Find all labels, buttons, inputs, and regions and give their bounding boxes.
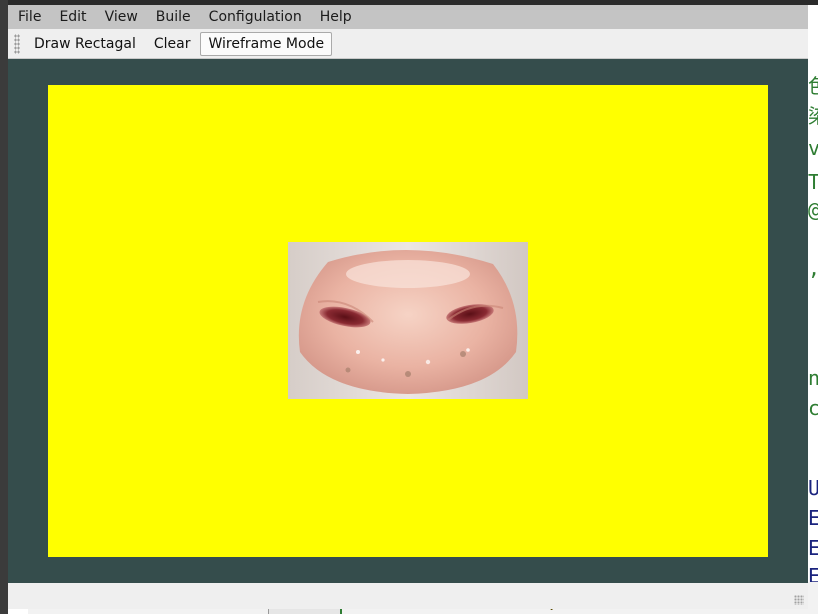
clear-button[interactable]: Clear	[146, 32, 199, 56]
toolbar-grip-handle[interactable]	[14, 33, 20, 54]
menu-configuration[interactable]: Configulation	[199, 5, 310, 29]
menu-build[interactable]: Buile	[146, 5, 199, 29]
menu-help[interactable]: Help	[310, 5, 360, 29]
pig-snout-texture-image	[288, 242, 528, 399]
background-code-fragment: @	[808, 198, 818, 222]
menu-view[interactable]: View	[95, 5, 146, 29]
app-window: File Edit View Buile Configulation Help …	[8, 5, 808, 609]
background-code-fragment: v	[808, 136, 818, 160]
wireframe-mode-button[interactable]: Wireframe Mode	[200, 31, 333, 56]
menu-file[interactable]: File	[8, 5, 49, 29]
menu-edit[interactable]: Edit	[49, 5, 94, 29]
window-resize-grip[interactable]	[794, 595, 804, 605]
background-code-fragment: E	[808, 536, 818, 560]
background-code-fragment: 色	[808, 70, 818, 99]
background-code-fragment: E	[808, 506, 818, 530]
desktop-left-launcher	[0, 0, 8, 614]
background-code-fragment: ,	[808, 256, 818, 280]
background-code-fragment: 染	[808, 100, 818, 129]
background-code-fragment: c	[808, 396, 818, 420]
background-code-fragment: U	[808, 476, 818, 500]
background-code-fragment: T	[808, 170, 818, 194]
render-canvas[interactable]	[8, 59, 808, 583]
toolbar: Draw Rectagal Clear Wireframe Mode	[8, 29, 808, 59]
draw-rectangle-button[interactable]: Draw Rectagal	[26, 32, 144, 56]
background-code-fragment: n	[808, 366, 818, 390]
status-bar	[8, 583, 808, 609]
menu-bar: File Edit View Buile Configulation Help	[8, 5, 808, 29]
